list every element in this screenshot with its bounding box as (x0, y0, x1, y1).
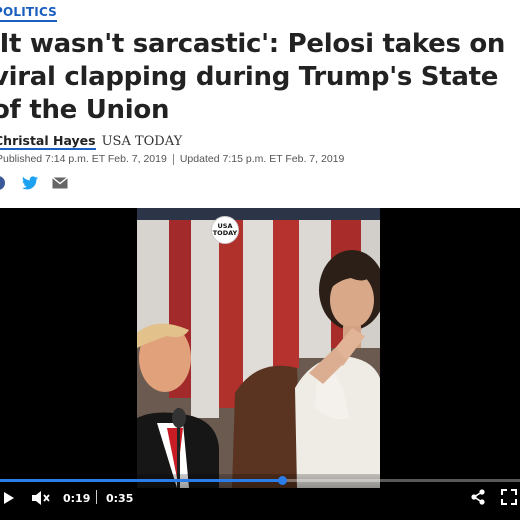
fullscreen-icon[interactable] (500, 489, 518, 505)
dateline-divider (172, 153, 174, 165)
share-row (0, 174, 68, 192)
updated-time: 7:15 p.m. ET Feb. 7, 2019 (222, 153, 345, 165)
facebook-icon[interactable] (0, 175, 8, 191)
current-time: 0:19 (63, 492, 91, 505)
email-icon[interactable] (52, 177, 68, 189)
time-divider (96, 490, 97, 504)
updated-label: Updated (179, 153, 220, 165)
duration: 0:35 (106, 492, 134, 505)
page-title: 'It wasn't sarcastic': Pelosi takes on v… (0, 29, 506, 125)
twitter-icon[interactable] (22, 176, 38, 190)
section-tag[interactable]: POLITICS (0, 5, 58, 22)
published-time: Published 7:14 p.m. ET Feb. 7, 2019 (0, 153, 167, 165)
byline: Christal Hayes USA TODAY (0, 134, 182, 150)
progress-bar[interactable] (0, 476, 520, 485)
badge-line2: TODAY (212, 229, 238, 237)
share-icon[interactable] (470, 489, 486, 505)
author-link[interactable]: Christal Hayes (0, 134, 96, 150)
dateline: Published 7:14 p.m. ET Feb. 7, 2019 Upda… (0, 153, 344, 165)
play-button[interactable] (2, 490, 16, 506)
mute-button[interactable] (32, 490, 50, 506)
usa-today-logo: USA TODAY (211, 216, 239, 244)
outlet-name: USA TODAY (101, 134, 183, 149)
video-frame (137, 208, 380, 488)
progress-fill (0, 479, 283, 482)
